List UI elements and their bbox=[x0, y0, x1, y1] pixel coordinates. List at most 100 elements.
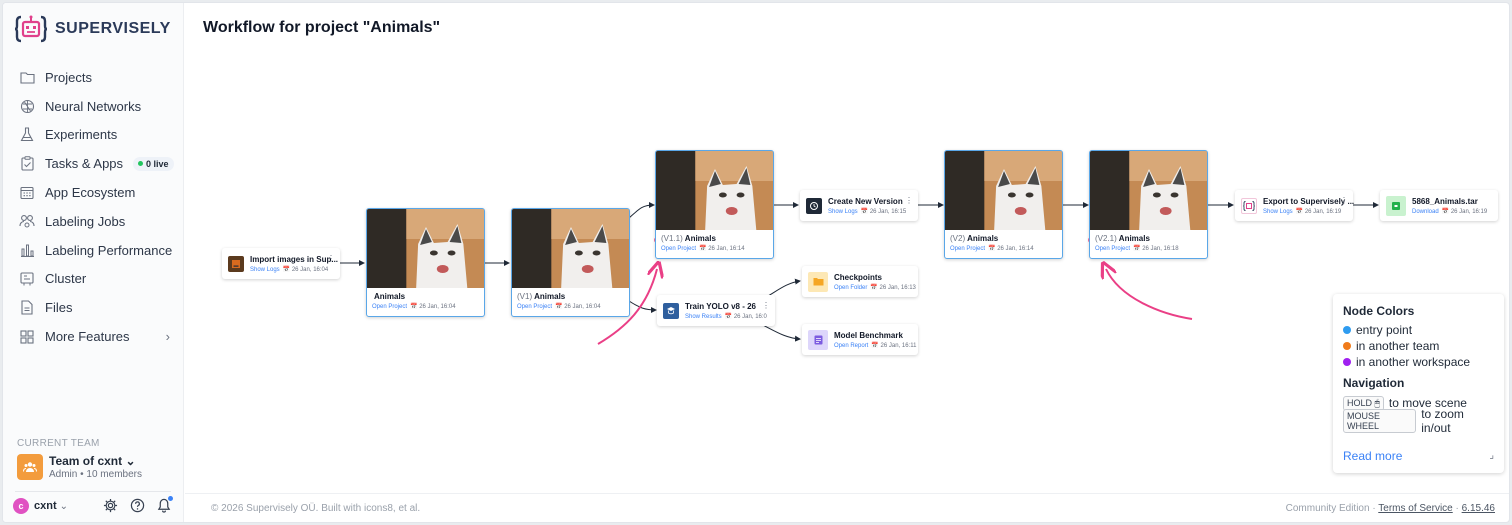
show-logs-link[interactable]: Show Logs bbox=[250, 267, 280, 273]
open-project-link[interactable]: Open Project bbox=[950, 246, 985, 252]
sidebar-item-label: Cluster bbox=[45, 271, 87, 287]
help-icon[interactable] bbox=[129, 497, 145, 513]
file-icon bbox=[19, 300, 35, 316]
open-project-link[interactable]: Open Project bbox=[372, 304, 407, 310]
notifications-bell-icon[interactable] bbox=[156, 496, 173, 513]
node-meta: Open Project 📅 26 Jan, 16:04 bbox=[372, 303, 479, 310]
node-version: (V1.1) bbox=[661, 234, 683, 243]
node-meta: Open Folder 📅 26 Jan, 16:13 bbox=[834, 284, 916, 291]
calendar-icon: 📅 bbox=[1133, 246, 1141, 252]
node-menu-icon[interactable]: ⋮ bbox=[905, 196, 913, 205]
legend-another-team: in another team bbox=[1343, 338, 1494, 354]
node-project-animals-v2-1[interactable]: (V2.1) Animals Open Project 📅 26 Jan, 16:1… bbox=[1089, 150, 1208, 259]
cat-thumbnail-image bbox=[656, 151, 773, 230]
collapse-corner-icon[interactable]: ⌟ bbox=[1489, 450, 1494, 461]
node-title: (V2.1) Animals bbox=[1095, 234, 1202, 243]
sidebar-nav: Projects Neural Networks Experiments Tas… bbox=[3, 63, 184, 351]
node-title: 5868_Animals.tar bbox=[1412, 196, 1478, 206]
open-project-link[interactable]: Open Project bbox=[1095, 246, 1130, 252]
open-folder-link[interactable]: Open Folder bbox=[834, 285, 867, 291]
settings-gear-icon[interactable] bbox=[102, 497, 118, 513]
main-content: Import images in Sup... Show Logs 📅 26 Ja… bbox=[185, 3, 1509, 522]
open-project-link[interactable]: Open Project bbox=[517, 304, 552, 310]
calendar-icon: 📅 bbox=[410, 304, 418, 310]
sidebar-item-label: Tasks & Apps bbox=[45, 156, 124, 172]
team-name: Team of cxnt ⌄ bbox=[49, 454, 142, 468]
node-title: Model Benchmark bbox=[834, 330, 903, 340]
user-menu[interactable]: c cxnt ⌄ bbox=[13, 498, 68, 514]
calendar-icon: 📅 bbox=[282, 266, 291, 273]
node-date: 26 Jan, 16:11 bbox=[880, 342, 917, 349]
node-project-animals-v2[interactable]: (V2) Animals Open Project 📅 26 Jan, 16:14 bbox=[944, 150, 1063, 259]
read-more-link[interactable]: Read more bbox=[1343, 449, 1402, 463]
node-meta: Show Results 📅 26 Jan, 16:0 bbox=[685, 313, 767, 320]
node-archive-file[interactable]: 5868_Animals.tar Download 📅 26 Jan, 16:19 bbox=[1380, 190, 1498, 221]
show-logs-link[interactable]: Show Logs bbox=[1263, 209, 1293, 215]
node-title: (V2) Animals bbox=[950, 234, 1057, 243]
node-project-animals-v1-1[interactable]: (V1.1) Animals Open Project 📅 26 Jan, 16:1… bbox=[655, 150, 774, 259]
sidebar-item-app-ecosystem[interactable]: App Ecosystem bbox=[3, 178, 184, 207]
robot-logo-icon bbox=[14, 13, 48, 45]
sidebar-item-projects[interactable]: Projects bbox=[3, 63, 184, 92]
current-team-label: CURRENT TEAM bbox=[17, 438, 100, 449]
live-tasks-badge: 0 live bbox=[133, 156, 174, 171]
show-results-link[interactable]: Show Results bbox=[685, 314, 722, 320]
yolo-app-icon bbox=[663, 302, 679, 319]
import-app-icon bbox=[228, 255, 244, 272]
node-menu-icon[interactable]: ⋮ bbox=[762, 301, 770, 310]
sidebar-item-cluster[interactable]: Cluster bbox=[3, 265, 184, 294]
sidebar-divider bbox=[15, 491, 171, 492]
sidebar-item-label: Labeling Jobs bbox=[45, 213, 126, 229]
open-project-link[interactable]: Open Project bbox=[661, 246, 696, 252]
node-create-new-version[interactable]: Create New Version Show Logs 📅 26 Jan, 16… bbox=[800, 190, 918, 221]
purple-dot-icon bbox=[1343, 358, 1351, 366]
sidebar-item-labeling-jobs[interactable]: Labeling Jobs bbox=[3, 207, 184, 236]
supervisely-app-icon bbox=[1241, 197, 1257, 214]
sidebar-item-files[interactable]: Files bbox=[3, 293, 184, 322]
version-link[interactable]: 6.15.46 bbox=[1462, 503, 1495, 514]
sidebar-item-neural-networks[interactable]: Neural Networks bbox=[3, 92, 184, 121]
node-date: 26 Jan, 16:04 bbox=[291, 266, 329, 273]
legend-label: in another team bbox=[1356, 339, 1440, 353]
node-date: 26 Jan, 16:04 bbox=[564, 304, 601, 310]
workflow-legend: Node Colors entry point in another team … bbox=[1333, 294, 1504, 473]
node-export-to-supervisely[interactable]: Export to Supervisely ... Show Logs 📅 26 … bbox=[1235, 190, 1354, 221]
node-meta: Show Logs 📅 26 Jan, 16:04 bbox=[250, 266, 338, 273]
sidebar-item-more-features[interactable]: More Features › bbox=[3, 322, 184, 351]
node-date: 26 Jan, 16:04 bbox=[419, 304, 456, 310]
sidebar-item-label: Files bbox=[45, 300, 73, 316]
sidebar-item-label: More Features bbox=[45, 329, 130, 345]
show-logs-link[interactable]: Show Logs bbox=[828, 209, 858, 215]
node-project-animals-v1[interactable]: (V1) Animals Open Project 📅 26 Jan, 16:04 bbox=[511, 208, 630, 317]
logo[interactable]: SUPERVISELY bbox=[14, 13, 171, 45]
blue-dot-icon bbox=[1343, 326, 1351, 334]
node-model-benchmark[interactable]: Model Benchmark Open Report 📅 26 Jan, 16:… bbox=[802, 324, 918, 355]
node-menu-icon[interactable]: ⋮ bbox=[1340, 196, 1348, 205]
node-date: 26 Jan, 16:15 bbox=[869, 208, 907, 215]
sidebar-item-experiments[interactable]: Experiments bbox=[3, 121, 184, 150]
sidebar-item-label: Neural Networks bbox=[45, 98, 142, 114]
download-link[interactable]: Download bbox=[1412, 209, 1439, 215]
node-title-text: Animals bbox=[967, 234, 999, 243]
sidebar-item-label: Labeling Performance bbox=[45, 242, 173, 258]
legend-label: in another workspace bbox=[1356, 355, 1471, 369]
legend-entry-point: entry point bbox=[1343, 322, 1494, 338]
team-avatar-icon bbox=[17, 454, 43, 480]
server-icon bbox=[19, 271, 35, 287]
team-switcher[interactable]: Team of cxnt ⌄ Admin • 10 members bbox=[17, 454, 142, 480]
node-train-yolo[interactable]: Train YOLO v8 - 26 Show Results 📅 26 Jan,… bbox=[657, 295, 775, 326]
node-import[interactable]: Import images in Sup... Show Logs 📅 26 Ja… bbox=[222, 248, 340, 279]
notification-dot bbox=[168, 496, 173, 501]
open-report-link[interactable]: Open Report bbox=[834, 343, 868, 349]
sidebar-item-tasks-apps[interactable]: Tasks & Apps 0 live bbox=[3, 149, 184, 178]
cat-thumbnail-image bbox=[1090, 151, 1207, 230]
cat-thumbnail-image bbox=[367, 209, 484, 288]
node-checkpoints[interactable]: Checkpoints Open Folder 📅 26 Jan, 16:13 bbox=[802, 266, 918, 297]
node-menu-icon[interactable]: ⋮ bbox=[327, 254, 335, 263]
team-name-text: Team of cxnt bbox=[49, 454, 123, 468]
sidebar-item-labeling-performance[interactable]: Labeling Performance bbox=[3, 236, 184, 265]
workflow-canvas[interactable]: Import images in Sup... Show Logs 📅 26 Ja… bbox=[185, 3, 1509, 493]
node-project-animals[interactable]: Animals Open Project 📅 26 Jan, 16:04 bbox=[366, 208, 485, 317]
node-meta: Open Project 📅 26 Jan, 16:14 bbox=[661, 245, 768, 252]
terms-of-service-link[interactable]: Terms of Service bbox=[1378, 503, 1452, 514]
